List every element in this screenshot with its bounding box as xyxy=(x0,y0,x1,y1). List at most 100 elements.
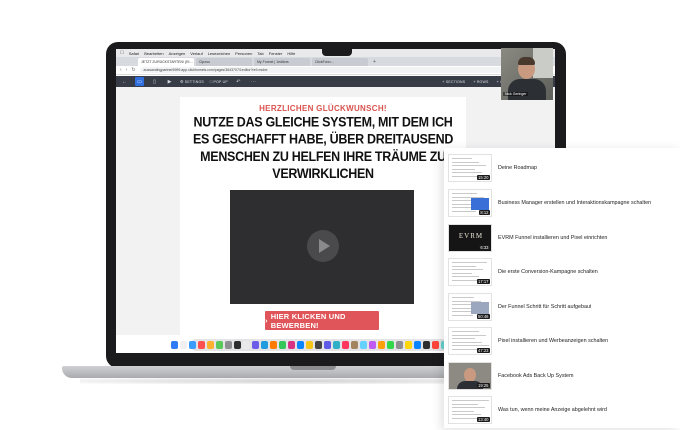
laptop-opening-notch xyxy=(290,366,336,370)
mobile-view-icon[interactable]: ▯ xyxy=(150,77,159,86)
headline: NUTZE DAS GLEICHE SYSTEM, MIT DEM ICH ES… xyxy=(192,114,454,182)
video-thumbnail[interactable]: 13:40 xyxy=(448,396,492,424)
menu-item[interactable]: Personen xyxy=(235,51,252,56)
browser-tab[interactable]: Ciposo xyxy=(196,58,252,66)
reload-icon[interactable]: ↻ xyxy=(131,67,135,73)
menu-item[interactable]: Bearbeiten xyxy=(144,51,163,56)
video-title[interactable]: Der Funnel Schritt für Schritt aufgebaut xyxy=(498,304,591,310)
thumbnail-logo: EVRM xyxy=(458,232,484,240)
video-title[interactable]: Deine Roadmap xyxy=(498,165,537,171)
dock-app-icon[interactable] xyxy=(323,341,332,349)
menu-item[interactable]: Fenster xyxy=(269,51,283,56)
dock-app-icon[interactable] xyxy=(404,341,413,349)
dock-app-icon[interactable] xyxy=(377,341,386,349)
dock-app-icon[interactable] xyxy=(305,341,314,349)
dock-app-icon[interactable] xyxy=(251,341,260,349)
thumbnail-line xyxy=(452,161,479,163)
dock-app-icon[interactable] xyxy=(233,341,242,349)
dock-app-icon[interactable] xyxy=(188,341,197,349)
video-title[interactable]: Pixel installieren und Werbeanzeigen sch… xyxy=(498,338,608,344)
video-duration: 13:40 xyxy=(476,416,490,422)
dock-app-icon[interactable] xyxy=(341,341,350,349)
popup-icon: □ xyxy=(209,79,213,84)
dock-app-icon[interactable] xyxy=(269,341,278,349)
thumbnail-line xyxy=(452,172,482,173)
dock-app-icon[interactable] xyxy=(215,341,224,349)
browser-tab[interactable]: ClickFunn… xyxy=(312,58,368,66)
dock-app-icon[interactable] xyxy=(224,341,233,349)
play-icon[interactable] xyxy=(307,230,339,262)
dock-app-icon[interactable] xyxy=(395,341,404,349)
playlist-item[interactable]: 50:46 Der Funnel Schritt für Schritt aufg… xyxy=(448,290,678,324)
back-icon[interactable]: ← xyxy=(120,77,129,86)
code-icon[interactable]: ⋯ xyxy=(249,77,258,86)
dock-app-icon[interactable] xyxy=(413,341,422,349)
menu-item[interactable]: Tab xyxy=(257,51,263,56)
playlist-item[interactable]: 15:20 Deine Roadmap xyxy=(448,151,678,185)
video-title[interactable]: Was tun, wenn meine Anzeige abgelehnt wi… xyxy=(498,407,607,413)
menu-item[interactable]: Safari xyxy=(129,51,139,56)
playlist-item[interactable]: 8:12 Business Manager erstellen und Inter… xyxy=(448,186,678,220)
browser-tab-bar: JETZT ZURÜCKSTARTEN! (Et… Ciposo My Funn… xyxy=(116,57,555,66)
apply-button[interactable]: › HIER KLICKEN UND BEWERBEN! xyxy=(265,311,379,330)
dock-app-icon[interactable] xyxy=(287,341,296,349)
thumbnail-line xyxy=(452,262,487,263)
dock-app-icon[interactable] xyxy=(431,341,440,349)
dock-app-icon[interactable] xyxy=(242,341,251,349)
video-thumbnail[interactable]: 19:25 xyxy=(448,362,492,390)
playlist-item[interactable]: EVRM 6:33 EVRM Funnel installieren und Pix… xyxy=(448,221,678,255)
video-duration: 15:20 xyxy=(476,174,490,180)
rows-button[interactable]: + ROWS xyxy=(473,79,488,84)
dock-app-icon[interactable] xyxy=(332,341,341,349)
sections-button[interactable]: + SECTIONS xyxy=(442,79,465,84)
menu-item[interactable]: Hilfe xyxy=(287,51,295,56)
popup-button[interactable]: □ POP UP xyxy=(210,79,228,84)
preview-icon[interactable]: ▶ xyxy=(165,77,174,86)
menu-item[interactable]: Lesezeichen xyxy=(208,51,230,56)
video-title[interactable]: Die erste Conversion-Kampagne schalten xyxy=(498,269,598,275)
video-thumbnail[interactable]: 50:46 xyxy=(448,293,492,321)
video-player[interactable] xyxy=(230,190,414,304)
video-thumbnail[interactable]: 47:23 xyxy=(448,327,492,355)
thumbnail-line xyxy=(452,158,472,159)
settings-button[interactable]: ⚙ SETTINGS xyxy=(180,79,204,84)
dock-app-icon[interactable] xyxy=(314,341,323,349)
dock-app-icon[interactable] xyxy=(260,341,269,349)
dock-app-icon[interactable] xyxy=(170,341,179,349)
playlist-item[interactable]: 47:23 Pixel installieren und Werbeanzeige… xyxy=(448,324,678,358)
back-arrow-icon[interactable]: ‹ xyxy=(120,67,122,73)
dock-app-icon[interactable] xyxy=(359,341,368,349)
dock-app-icon[interactable] xyxy=(179,341,188,349)
sections-label: SECTIONS xyxy=(445,79,466,84)
video-title[interactable]: Business Manager erstellen und Interakti… xyxy=(498,200,651,206)
dock-app-icon[interactable] xyxy=(386,341,395,349)
undo-icon[interactable]: ↶ xyxy=(234,77,243,86)
apple-icon[interactable]:  xyxy=(120,50,124,56)
dock-app-icon[interactable] xyxy=(422,341,431,349)
dock-app-icon[interactable] xyxy=(197,341,206,349)
dock-app-icon[interactable] xyxy=(368,341,377,349)
video-thumbnail[interactable]: EVRM 6:33 xyxy=(448,224,492,252)
desktop-view-icon[interactable]: ▭ xyxy=(135,77,144,86)
video-title[interactable]: Facebook Ads Back Up System xyxy=(498,373,574,379)
dock-app-icon[interactable] xyxy=(296,341,305,349)
menu-item[interactable]: Anzeigen xyxy=(169,51,186,56)
menu-item[interactable]: Verlauf xyxy=(190,51,202,56)
browser-tab[interactable]: My Funnel | 1editors xyxy=(254,58,310,66)
dock-app-icon[interactable] xyxy=(350,341,359,349)
playlist-item[interactable]: 19:25 Facebook Ads Back Up System xyxy=(448,359,678,393)
forward-arrow-icon[interactable]: › xyxy=(126,67,128,73)
new-tab-icon[interactable]: + xyxy=(370,58,379,66)
kicker-text: HERZLICHEN GLÜCKWUNSCH! xyxy=(259,104,387,113)
video-title[interactable]: EVRM Funnel installieren und Pixel einri… xyxy=(498,235,607,241)
dock-app-icon[interactable] xyxy=(278,341,287,349)
dock-app-icon[interactable] xyxy=(206,341,215,349)
video-thumbnail[interactable]: 15:20 xyxy=(448,154,492,182)
browser-tab[interactable]: JETZT ZURÜCKSTARTEN! (Et… xyxy=(138,58,194,66)
video-thumbnail[interactable]: 17:17 xyxy=(448,258,492,286)
playlist-item[interactable]: 13:40 Was tun, wenn meine Anzeige abgeleh… xyxy=(448,393,678,427)
playlist-item[interactable]: 17:17 Die erste Conversion-Kampagne schal… xyxy=(448,255,678,289)
video-thumbnail[interactable]: 8:12 xyxy=(448,189,492,217)
url-field[interactable]: aussandingpartner5999.app.clickfunnels.c… xyxy=(139,67,551,73)
thumbnail-line xyxy=(452,334,486,336)
